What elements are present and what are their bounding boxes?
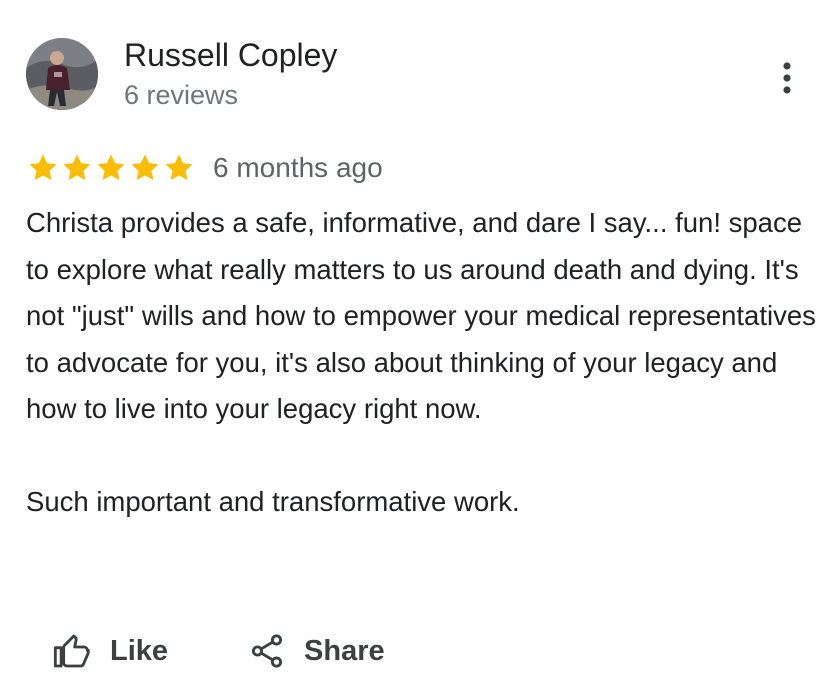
review-card: Russell Copley 6 reviews 6 months ago Ch…: [0, 0, 840, 688]
star-rating: [26, 151, 196, 185]
more-options-button[interactable]: [772, 58, 802, 98]
like-label: Like: [110, 634, 169, 667]
star-icon: [94, 151, 128, 185]
review-actions: Like Share: [52, 628, 385, 674]
thumb-up-icon: [53, 634, 90, 668]
more-vert-icon: [783, 62, 791, 94]
avatar[interactable]: [26, 38, 98, 110]
like-button[interactable]: Like: [52, 631, 168, 671]
rating-row: 6 months ago: [26, 148, 383, 188]
star-icon: [128, 151, 162, 185]
review-text: Christa provides a safe, informative, an…: [26, 207, 816, 517]
review-time: 6 months ago: [213, 152, 383, 183]
star-icon: [26, 151, 60, 185]
share-icon: [251, 634, 283, 668]
share-button[interactable]: Share: [248, 631, 385, 671]
star-icon: [162, 151, 196, 185]
avatar-photo: [26, 38, 98, 110]
author-review-count[interactable]: 6 reviews: [124, 78, 238, 112]
star-icon: [60, 151, 94, 185]
author-name[interactable]: Russell Copley: [124, 36, 337, 74]
share-label: Share: [304, 634, 385, 667]
